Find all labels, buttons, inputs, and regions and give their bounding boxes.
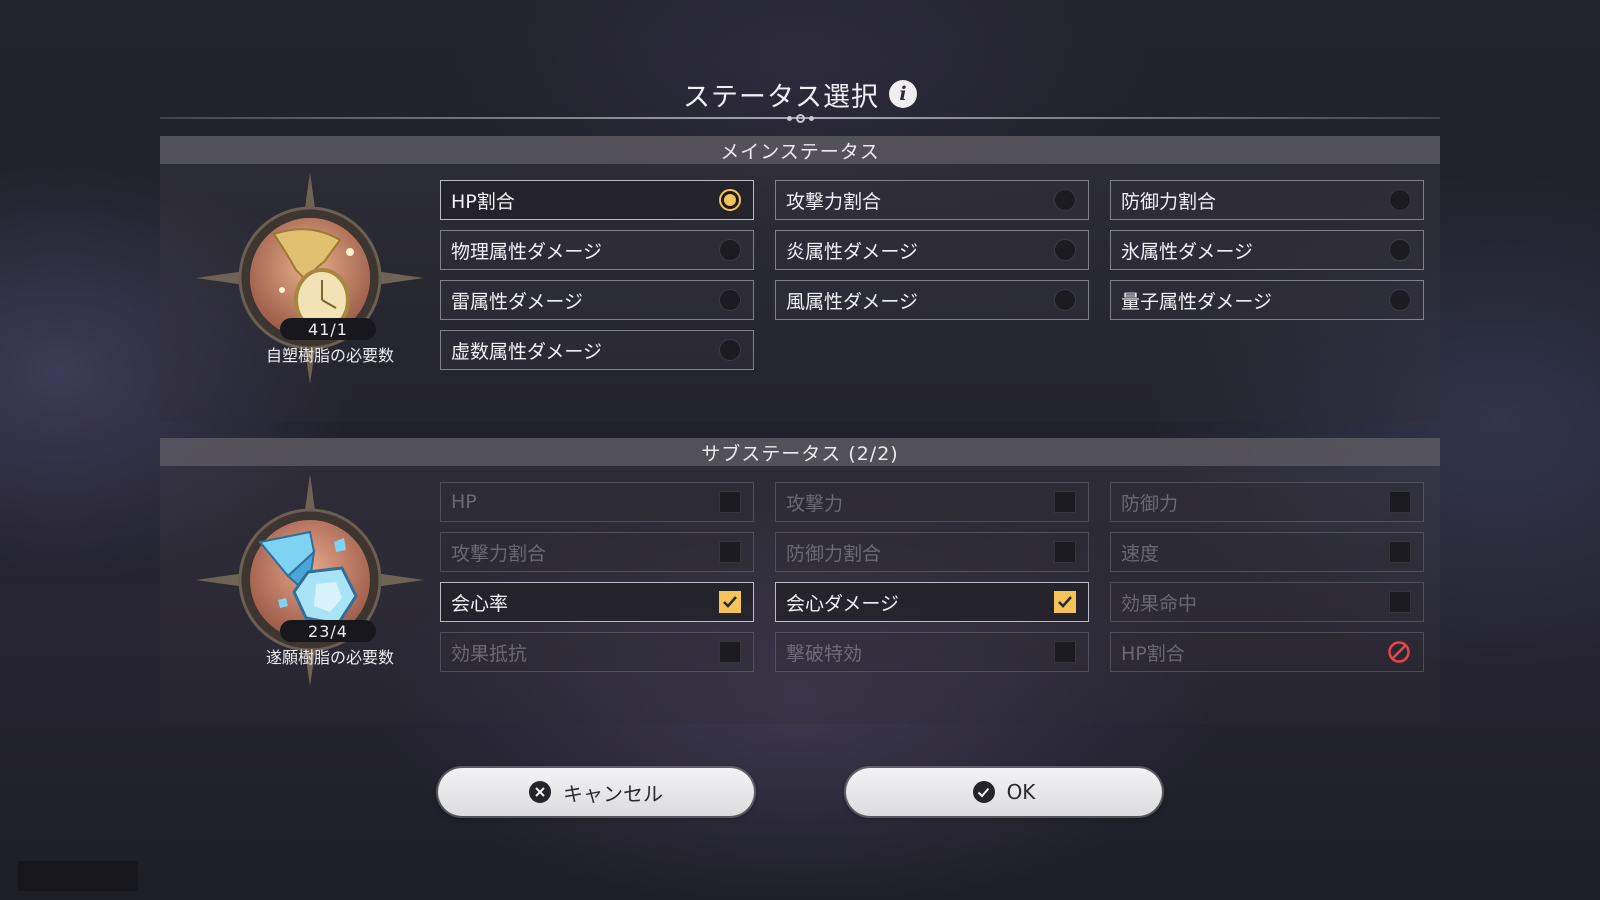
- main-stats-section: メインステータス 41/1 自塑樹脂の必要数 HP割合 攻撃力割合 防御力割合 …: [160, 136, 1440, 422]
- option-label: HP割合: [1121, 642, 1185, 665]
- ok-button[interactable]: OK: [846, 768, 1162, 816]
- main-option-imaginary-dmg[interactable]: 虚数属性ダメージ: [440, 330, 754, 370]
- sub-option-speed[interactable]: 速度: [1110, 532, 1424, 572]
- check-circle-icon: [972, 781, 995, 803]
- checkbox-icon[interactable]: [1054, 491, 1076, 513]
- checkbox-icon[interactable]: [1389, 541, 1411, 563]
- option-label: 効果抵抗: [451, 642, 528, 665]
- sub-resin-count: 23/4: [280, 620, 376, 642]
- option-label: 攻撃力割合: [786, 190, 882, 213]
- option-label: HP: [451, 491, 477, 513]
- option-label: 会心率: [451, 592, 509, 615]
- radio-icon[interactable]: [1054, 239, 1076, 261]
- dialog-title: ステータス選択: [683, 81, 879, 113]
- sub-option-def[interactable]: 防御力: [1110, 482, 1424, 522]
- checkbox-icon[interactable]: [719, 641, 741, 663]
- main-option-physical-dmg[interactable]: 物理属性ダメージ: [440, 230, 754, 270]
- sub-option-crit-dmg[interactable]: 会心ダメージ: [775, 582, 1089, 622]
- main-option-wind-dmg[interactable]: 風属性ダメージ: [775, 280, 1089, 320]
- radio-icon[interactable]: [1389, 189, 1411, 211]
- main-stats-header: メインステータス: [160, 136, 1440, 164]
- sub-option-def-percent[interactable]: 防御力割合: [775, 532, 1089, 572]
- checkbox-checked-icon[interactable]: [1054, 591, 1076, 613]
- option-label: 風属性ダメージ: [786, 290, 919, 313]
- main-option-hp-percent[interactable]: HP割合: [440, 180, 754, 220]
- sub-option-effect-res[interactable]: 効果抵抗: [440, 632, 754, 672]
- option-label: 会心ダメージ: [786, 592, 900, 615]
- main-option-ice-dmg[interactable]: 氷属性ダメージ: [1110, 230, 1424, 270]
- main-option-fire-dmg[interactable]: 炎属性ダメージ: [775, 230, 1089, 270]
- blocked-icon: [1388, 641, 1410, 663]
- checkbox-checked-icon[interactable]: [719, 591, 741, 613]
- radio-icon[interactable]: [1389, 289, 1411, 311]
- checkbox-icon[interactable]: [1389, 491, 1411, 513]
- info-icon[interactable]: i: [889, 80, 917, 108]
- option-label: 量子属性ダメージ: [1121, 290, 1273, 313]
- sub-option-hp-percent[interactable]: HP割合: [1110, 632, 1424, 672]
- radio-icon[interactable]: [1389, 239, 1411, 261]
- main-stats-emblem: 41/1 自塑樹脂の必要数: [190, 170, 430, 390]
- sub-stats-header: サブステータス (2/2): [160, 438, 1440, 466]
- sub-option-effect-hit[interactable]: 効果命中: [1110, 582, 1424, 622]
- option-label: 攻撃力割合: [451, 542, 547, 565]
- option-label: 撃破特効: [786, 642, 863, 665]
- radio-icon[interactable]: [719, 239, 741, 261]
- main-stats-grid: HP割合 攻撃力割合 防御力割合 物理属性ダメージ 炎属性ダメージ 氷属性ダメー…: [440, 180, 1424, 370]
- radio-icon[interactable]: [719, 339, 741, 361]
- sub-stats-section: サブステータス (2/2) 23/4 遂願樹脂の必要数 HP 攻撃力 防御力 攻…: [160, 438, 1440, 724]
- sub-option-hp[interactable]: HP: [440, 482, 754, 522]
- option-label: 速度: [1121, 542, 1160, 565]
- main-option-quantum-dmg[interactable]: 量子属性ダメージ: [1110, 280, 1424, 320]
- option-label: 防御力割合: [1121, 190, 1217, 213]
- option-label: HP割合: [451, 190, 515, 213]
- cancel-button[interactable]: キャンセル: [438, 768, 754, 816]
- main-option-atk-percent[interactable]: 攻撃力割合: [775, 180, 1089, 220]
- option-label: 防御力割合: [786, 542, 882, 565]
- sub-option-atk[interactable]: 攻撃力: [775, 482, 1089, 522]
- main-resin-count: 41/1: [280, 318, 376, 340]
- option-label: 氷属性ダメージ: [1121, 240, 1254, 263]
- option-label: 虚数属性ダメージ: [451, 340, 603, 363]
- ok-button-label: OK: [1006, 780, 1036, 804]
- radio-selected-icon[interactable]: [719, 189, 741, 211]
- main-option-def-percent[interactable]: 防御力割合: [1110, 180, 1424, 220]
- checkbox-icon[interactable]: [1054, 541, 1076, 563]
- option-label: 攻撃力: [786, 492, 844, 515]
- checkbox-icon[interactable]: [1054, 641, 1076, 663]
- option-label: 防御力: [1121, 492, 1179, 515]
- radio-icon[interactable]: [719, 289, 741, 311]
- main-resin-label: 自塑樹脂の必要数: [265, 346, 394, 365]
- option-label: 炎属性ダメージ: [786, 240, 919, 263]
- title-ornament: [776, 112, 824, 124]
- checkbox-icon[interactable]: [719, 541, 741, 563]
- main-option-lightning-dmg[interactable]: 雷属性ダメージ: [440, 280, 754, 320]
- checkbox-icon[interactable]: [1389, 591, 1411, 613]
- sub-option-break-effect[interactable]: 撃破特効: [775, 632, 1089, 672]
- sub-stats-grid: HP 攻撃力 防御力 攻撃力割合 防御力割合 速度 会心率 会心ダメージ 効果命…: [440, 482, 1424, 672]
- radio-icon[interactable]: [1054, 289, 1076, 311]
- option-label: 物理属性ダメージ: [451, 240, 603, 263]
- option-label: 効果命中: [1121, 592, 1198, 615]
- option-label: 雷属性ダメージ: [451, 290, 584, 313]
- sub-resin-label: 遂願樹脂の必要数: [265, 648, 394, 667]
- checkbox-icon[interactable]: [719, 491, 741, 513]
- x-circle-icon: [529, 781, 551, 803]
- sub-option-atk-percent[interactable]: 攻撃力割合: [440, 532, 754, 572]
- corner-overlay: [18, 861, 138, 891]
- radio-icon[interactable]: [1054, 189, 1076, 211]
- dialog-title-row: ステータス選択 i: [0, 72, 1600, 116]
- cancel-button-label: キャンセル: [563, 781, 663, 806]
- sub-stats-emblem: 23/4 遂願樹脂の必要数: [190, 472, 430, 692]
- sub-option-crit-rate[interactable]: 会心率: [440, 582, 754, 622]
